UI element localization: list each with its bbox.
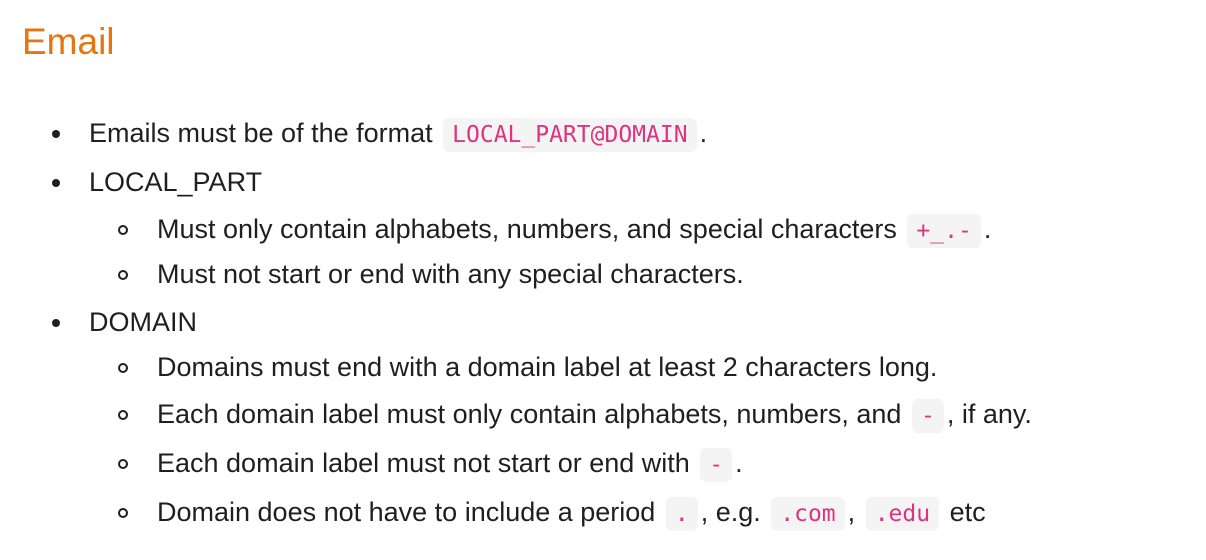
inline-code: LOCAL_PART@DOMAIN [443, 118, 697, 152]
inline-code: .com [771, 497, 845, 531]
item-text: Each domain label must not start or end … [157, 448, 690, 478]
bullet-circle-icon [118, 508, 128, 518]
sub-list-item: Each domain label must not start or end … [0, 440, 1206, 489]
item-label: LOCAL_PART [89, 167, 263, 197]
item-text: , [847, 497, 856, 527]
sub-list-item: Must not start or end with any special c… [0, 251, 1206, 299]
bullet-circle-icon [118, 270, 128, 280]
bullet-disc-icon [52, 179, 60, 187]
list-item-format: Emails must be of the format LOCAL_PART@… [0, 110, 1206, 159]
bullet-circle-icon [118, 459, 128, 469]
item-label: DOMAIN [89, 307, 197, 337]
sub-list-item: Each domain label must only contain alph… [0, 391, 1206, 440]
item-text: . [983, 214, 992, 244]
inline-code: - [700, 448, 733, 482]
bullet-circle-icon [118, 363, 128, 373]
section-heading: Email [22, 21, 115, 62]
inline-code: . [665, 497, 698, 531]
item-text: Must only contain alphabets, numbers, an… [157, 214, 897, 244]
inline-code: +_.- [907, 214, 981, 248]
list-item-domain: DOMAIN [0, 299, 1206, 344]
sub-list-item: Domain does not have to include a period… [0, 489, 1206, 538]
bullet-circle-icon [118, 225, 128, 235]
list-item-local-part: LOCAL_PART [0, 159, 1206, 206]
sub-list-item: Domains must end with a domain label at … [0, 344, 1206, 391]
item-text: . [735, 448, 743, 478]
document-page: Email Emails must be of the format LOCAL… [0, 0, 1206, 560]
bullet-circle-icon [118, 410, 128, 420]
item-text: Domains must end with a domain label at … [157, 352, 938, 382]
item-text: , e.g. [700, 497, 761, 527]
item-text: , if any. [946, 399, 1032, 429]
local-part-rules: Must only contain alphabets, numbers, an… [0, 206, 1206, 299]
inline-code: - [911, 399, 944, 433]
item-text: . [699, 118, 708, 148]
bullet-disc-icon [52, 130, 60, 138]
item-text: Each domain label must only contain alph… [157, 399, 902, 429]
inline-code: .edu [865, 497, 940, 531]
sub-list-item: Must only contain alphabets, numbers, an… [0, 206, 1206, 251]
item-text: Domain does not have to include a period [157, 497, 656, 527]
rules-list: Emails must be of the format LOCAL_PART@… [0, 110, 1206, 538]
item-text: etc [949, 497, 986, 527]
item-text: Must not start or end with any special c… [157, 259, 744, 289]
bullet-disc-icon [52, 319, 60, 327]
domain-rules: Domains must end with a domain label at … [0, 344, 1206, 538]
item-text: Emails must be of the format [89, 118, 433, 148]
